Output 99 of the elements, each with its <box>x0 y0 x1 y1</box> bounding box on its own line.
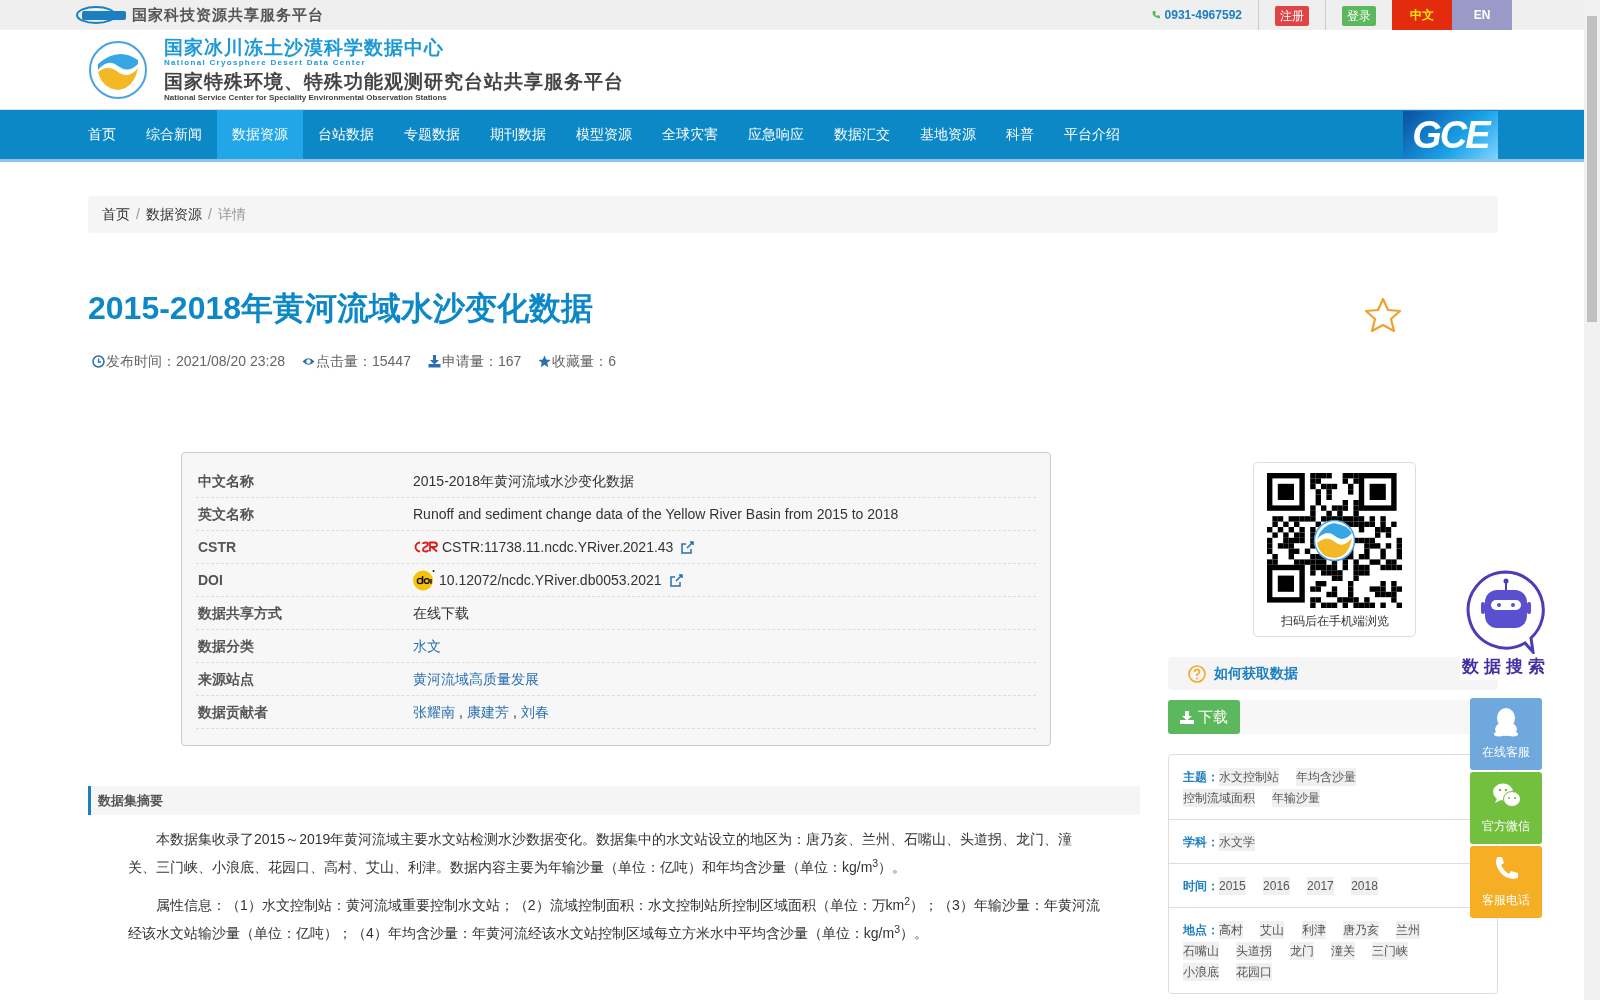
keyword-tag[interactable]: 水文学 <box>1219 833 1255 851</box>
platform-title: 国家特殊环境、特殊功能观测研究台站共享服务平台 <box>164 70 624 93</box>
center-logo-icon <box>88 39 148 100</box>
field-value: 在线下载 <box>413 603 469 623</box>
language-tab[interactable]: EN <box>1452 0 1512 30</box>
field-label: DOI <box>197 570 224 590</box>
phone-number: 0931-4967592 <box>1164 7 1242 24</box>
field-label: 英文名称 <box>197 504 255 524</box>
keyword-tag[interactable]: 艾山 <box>1260 921 1285 939</box>
keyword-tag[interactable]: 头道拐 <box>1236 942 1273 960</box>
keyword-tag[interactable]: 2016 <box>1263 877 1290 895</box>
field-label: 数据共享方式 <box>197 603 283 623</box>
keyword-tag[interactable]: 兰州 <box>1396 921 1421 939</box>
cstr-logo-icon <box>413 541 438 553</box>
breadcrumb-separator: / <box>206 205 213 224</box>
nav-item[interactable]: 期刊数据 <box>475 110 561 159</box>
nsti-logo-icon <box>76 5 128 25</box>
gce-logo: GCE <box>1403 110 1498 159</box>
download-icon <box>1180 710 1194 724</box>
phone-icon <box>1150 10 1161 20</box>
field-value: CSTR:11738.11.ncdc.YRiver.2021.43 <box>442 537 674 557</box>
keyword-tag[interactable]: 石嘴山 <box>1183 942 1219 960</box>
how-to-get-data-link[interactable]: 如何获取数据 <box>1214 663 1298 684</box>
nav-item[interactable]: 应急响应 <box>733 110 819 159</box>
doi-logo-icon <box>413 569 435 591</box>
contributor-link[interactable]: 刘春 <box>520 701 549 723</box>
abstract-paragraph: 属性信息：（1）水文控制站：黄河流域重要控制水文站；（2）流域控制面积：水文控制站所控制区域面积（单位：万km$^{2}$）；（3）年输沙量：年黄河流经该水文站输沙量（单位：亿吨）；（4）年均含沙量：年黄河流经该水文站控制区域每立方米水中平均含沙量（单位：kg/m$^{3}$）。 <box>128 893 1100 943</box>
keyword-tag[interactable]: 花园口 <box>1236 963 1273 981</box>
keyword-tag[interactable]: 2017 <box>1307 877 1334 895</box>
center-title: 国家冰川冻土沙漠科学数据中心 <box>164 37 445 58</box>
nav-item[interactable]: 台站数据 <box>303 110 389 159</box>
facet-label: 时间： <box>1183 879 1219 893</box>
stat-text: 点击量：15447 <box>316 352 411 371</box>
favorite-star-icon[interactable] <box>1364 297 1402 333</box>
field-value: Runoff and sediment change data of the Yellow River Basin from 2015 to 2018 <box>413 504 899 524</box>
register-button[interactable]: 注册 <box>1275 5 1309 26</box>
section-heading: 数据集摘要 <box>88 786 1140 815</box>
nav-item[interactable]: 平台介绍 <box>1049 110 1135 159</box>
breadcrumb-item[interactable]: 首页 <box>102 204 130 225</box>
nav-item[interactable]: 全球灾害 <box>647 110 733 159</box>
nav-item[interactable]: 模型资源 <box>561 110 647 159</box>
field-label: 中文名称 <box>197 471 255 491</box>
stat-text: 发布时间：2021/08/20 23:28 <box>106 352 285 371</box>
nav-item[interactable]: 基地资源 <box>905 110 991 159</box>
nav-item[interactable]: 综合新闻 <box>131 110 217 159</box>
comma-separator: , <box>459 702 463 722</box>
facet-label: 学科： <box>1183 835 1219 849</box>
scrollbar-thumb[interactable] <box>1587 16 1597 322</box>
keyword-tag[interactable]: 利津 <box>1301 921 1326 939</box>
field-label: CSTR <box>197 537 238 557</box>
dataset-title: 2015-2018年黄河流域水沙变化数据 <box>88 289 594 328</box>
comma-separator: , <box>512 702 517 722</box>
center-title-english: National Cryosphere Desert Data Center <box>164 57 367 67</box>
facet-label: 地点： <box>1183 923 1219 937</box>
abstract-paragraph: 本数据集收录了2015～2019年黄河流域主要水文站检测水沙数据变化。数据集中的水文站设立的地区为：唐乃亥、兰州、石嘴山、头道拐、龙门、潼关、三门峡、小浪底、花园口、高村、艾山、利津。数据内容主要为年输沙量（单位：亿吨）和年均含沙量（单位：kg/m$^{3}$）。 <box>128 830 1074 877</box>
contributor-link[interactable]: 张耀南 <box>413 701 455 723</box>
site-name: 国家科技资源共享服务平台 <box>132 4 324 25</box>
contributor-link[interactable]: 康建芳 <box>466 701 509 723</box>
breadcrumb-item[interactable]: 数据资源 <box>145 204 202 225</box>
nav-item[interactable]: 数据汇交 <box>819 110 905 159</box>
stat-text: 申请量：167 <box>441 352 522 371</box>
external-link-icon <box>681 540 695 554</box>
keyword-tag[interactable]: 2015 <box>1219 877 1246 895</box>
nav-item[interactable]: 首页 <box>73 110 131 159</box>
keyword-tag[interactable]: 年均含沙量 <box>1296 768 1357 786</box>
qr-caption: 扫码后在手机端浏览 <box>1279 613 1390 630</box>
keyword-tag[interactable]: 龙门 <box>1289 942 1314 960</box>
download-icon <box>427 355 441 368</box>
clock-icon <box>92 355 105 368</box>
keyword-tag[interactable]: 2018 <box>1351 877 1378 895</box>
nav-item[interactable]: 科普 <box>991 110 1049 159</box>
facet-label: 主题： <box>1183 770 1219 784</box>
field-link[interactable]: 水文 <box>413 635 441 657</box>
stat-text: 收藏量：6 <box>552 352 617 371</box>
breadcrumb-item: 详情 <box>217 205 246 224</box>
field-label: 数据分类 <box>197 636 255 656</box>
nav-item[interactable]: 专题数据 <box>389 110 475 159</box>
field-label: 数据贡献者 <box>197 702 269 722</box>
eye-icon <box>302 355 315 368</box>
keyword-tag[interactable]: 控制流域面积 <box>1183 789 1255 807</box>
field-link[interactable]: 黄河流域高质量发展 <box>413 668 539 690</box>
keyword-tag[interactable]: 唐乃亥 <box>1343 921 1380 939</box>
external-link-icon <box>669 573 683 587</box>
keyword-tag[interactable]: 水文控制站 <box>1219 768 1279 786</box>
field-label: 来源站点 <box>197 669 255 689</box>
nav-item[interactable]: 数据资源 <box>217 110 303 159</box>
keyword-tag[interactable]: 小浪底 <box>1183 963 1219 981</box>
help-icon <box>1188 664 1206 683</box>
star-icon <box>538 355 552 368</box>
platform-title-english: National Service Center for Speciality Environmental Observation Stations <box>164 92 448 102</box>
field-value: 2015-2018年黄河流域水沙变化数据 <box>413 471 634 491</box>
keyword-tag[interactable]: 高村 <box>1219 921 1243 939</box>
field-value: 10.12072/ncdc.YRiver.db0053.2021 <box>439 570 662 590</box>
language-tab[interactable]: 中文 <box>1392 0 1452 30</box>
keyword-tag[interactable]: 潼关 <box>1331 942 1356 960</box>
keyword-tag[interactable]: 三门峡 <box>1372 942 1409 960</box>
breadcrumb-separator: / <box>135 205 141 224</box>
keyword-tag[interactable]: 年输沙量 <box>1272 789 1321 807</box>
penguin-icon <box>1492 707 1520 737</box>
